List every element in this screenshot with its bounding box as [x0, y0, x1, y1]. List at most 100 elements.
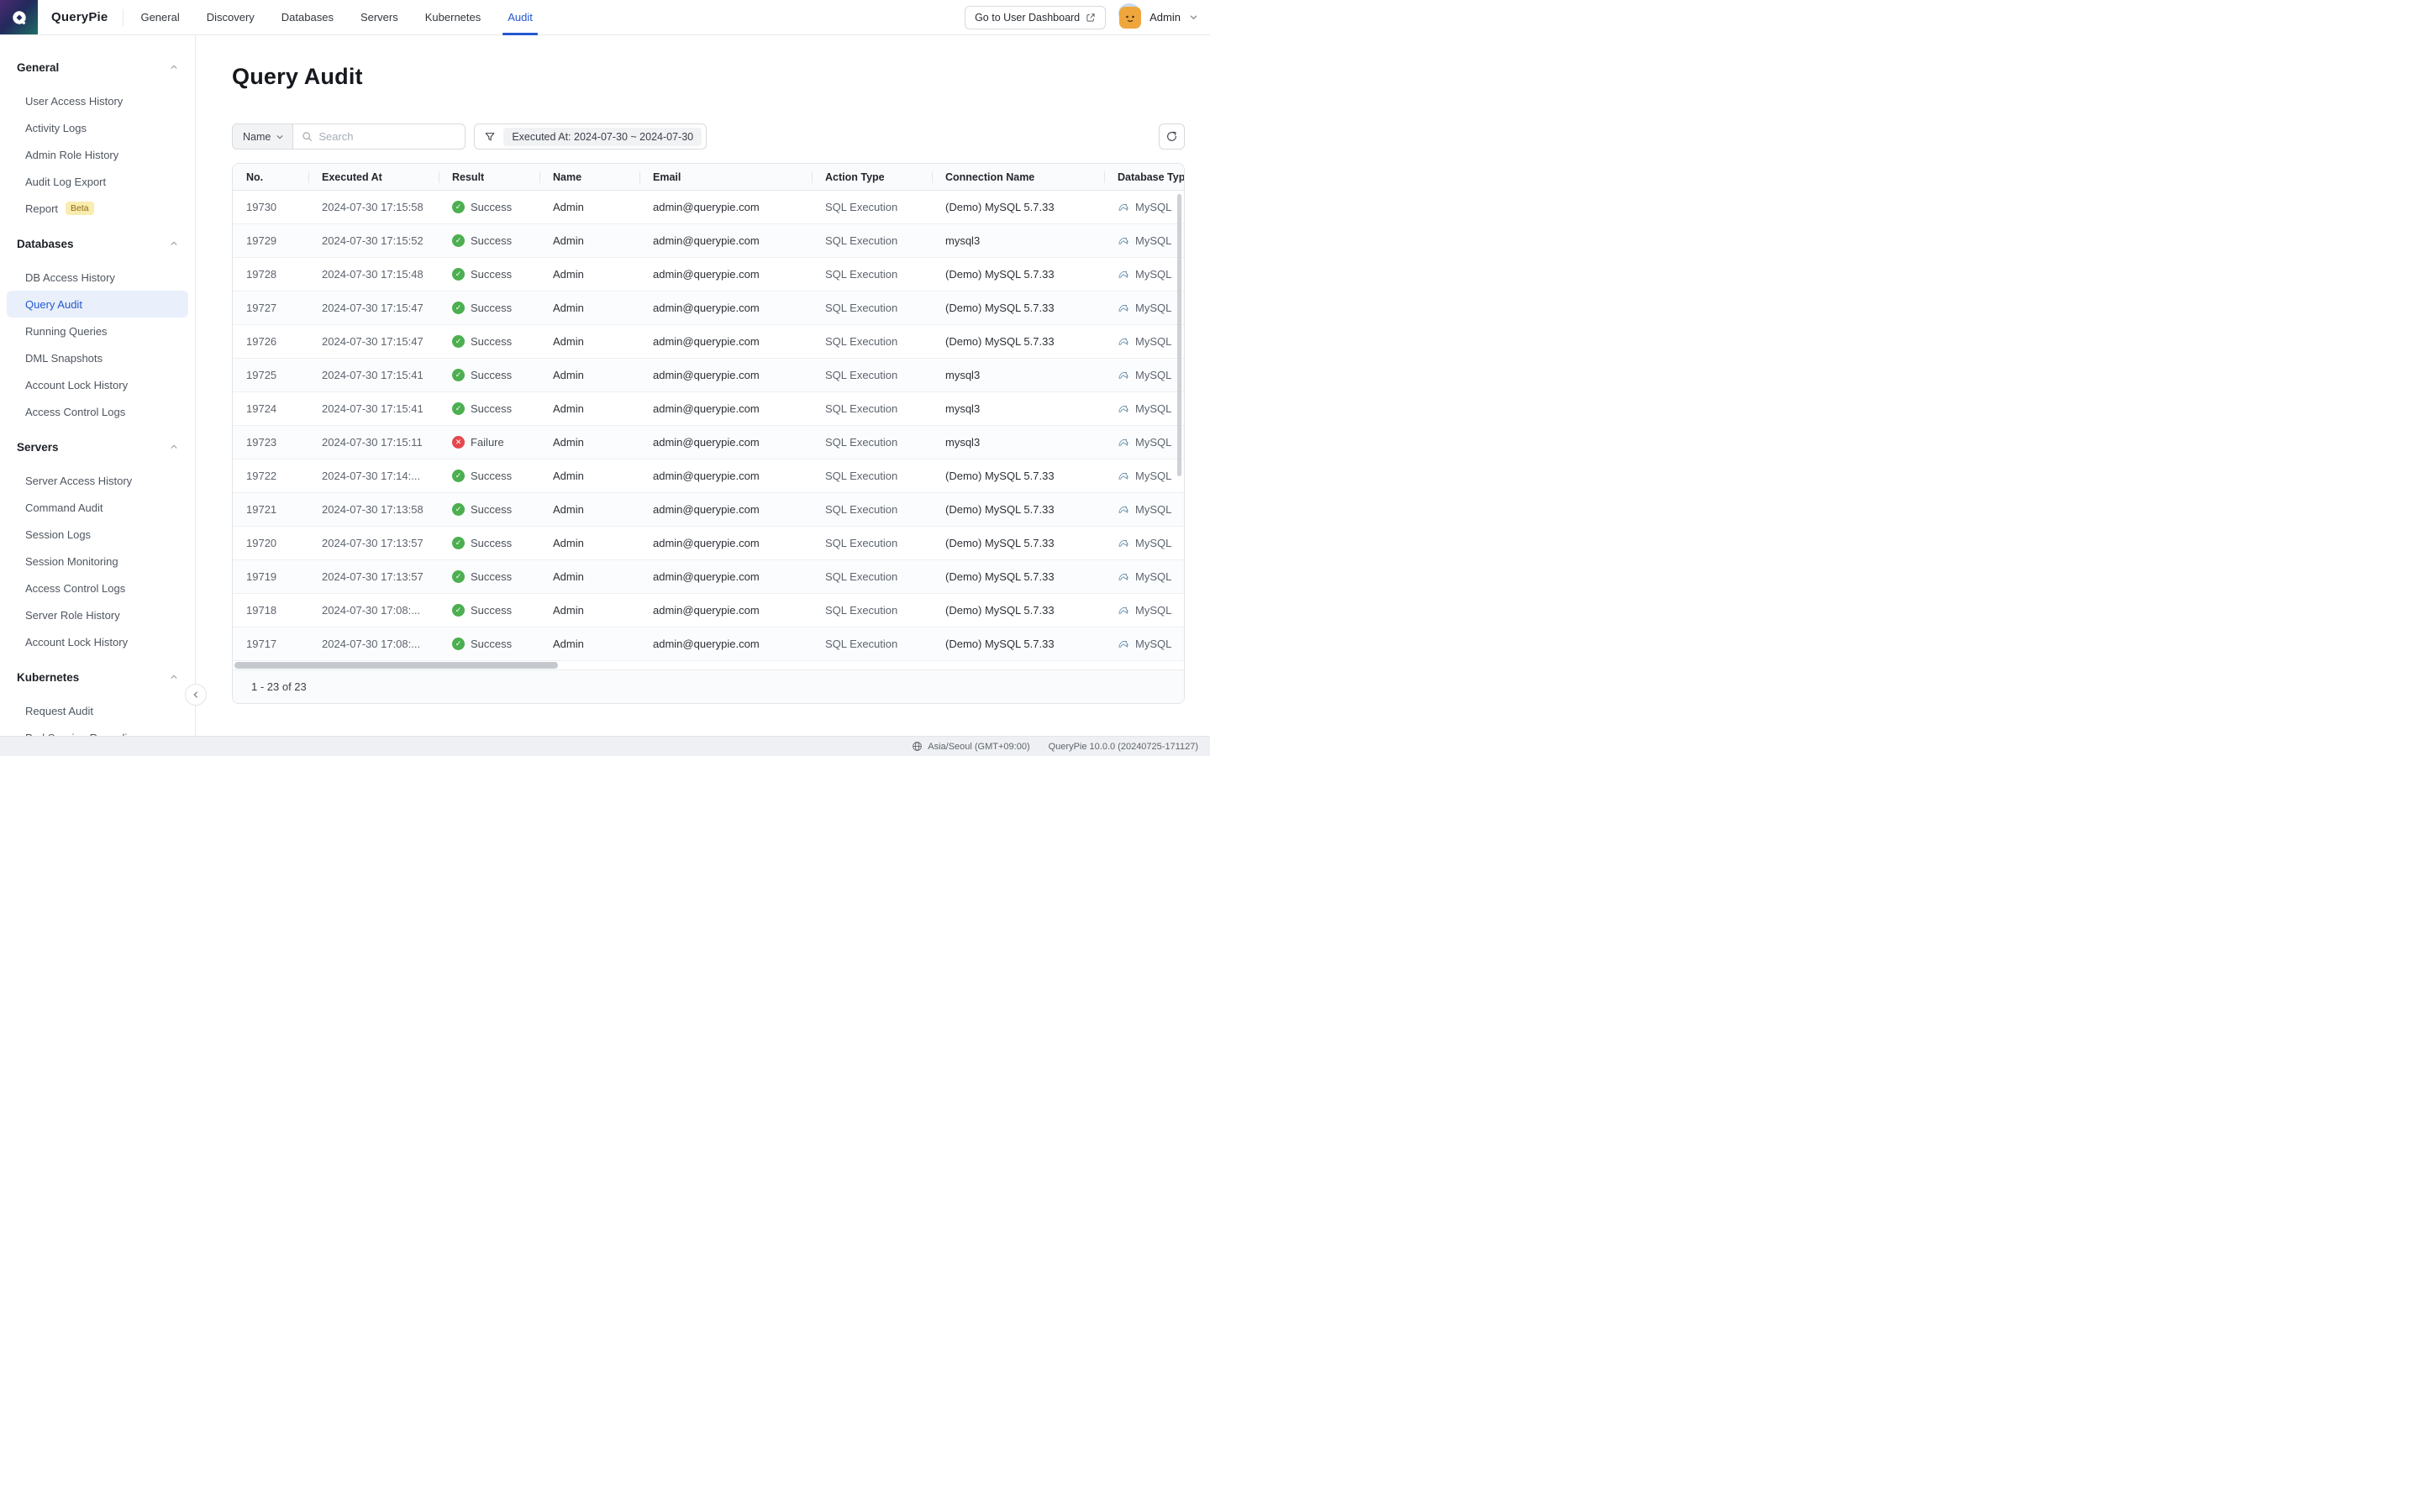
nav-tab-audit[interactable]: Audit	[494, 0, 546, 34]
executed-at-filter-chip: Executed At: 2024-07-30 ~ 2024-07-30	[503, 128, 702, 146]
chevron-up-icon	[170, 443, 178, 451]
cell-email: admin@querypie.com	[639, 604, 812, 617]
sidebar-item-pod-session-recordings[interactable]: Pod Session Recordings	[7, 724, 188, 736]
sidebar-collapse-button[interactable]	[185, 684, 207, 706]
sidebar-item-session-monitoring[interactable]: Session Monitoring	[7, 548, 188, 575]
sidebar-item-server-access-history[interactable]: Server Access History	[7, 467, 188, 494]
sidebar-item-running-queries[interactable]: Running Queries	[7, 318, 188, 344]
database-type-label: MySQL	[1135, 470, 1171, 482]
column-header-database-type[interactable]: Database Type	[1104, 164, 1185, 190]
cell-no: 19717	[233, 638, 308, 650]
search-input[interactable]	[318, 130, 456, 143]
vertical-scrollbar-thumb[interactable]	[1177, 194, 1181, 476]
nav-tab-general[interactable]: General	[127, 0, 192, 34]
success-icon: ✓	[452, 638, 465, 650]
cell-name: Admin	[539, 302, 639, 314]
sidebar-item-command-audit[interactable]: Command Audit	[7, 494, 188, 521]
search-field-selector[interactable]: Name	[233, 124, 293, 149]
cell-connection-name: mysql3	[932, 369, 1104, 381]
querypie-logo[interactable]	[0, 0, 38, 34]
mysql-dolphin-icon	[1118, 437, 1129, 449]
table-row[interactable]: 197182024-07-30 17:08:...✓SuccessAdminad…	[233, 594, 1185, 627]
sidebar-item-account-lock-history[interactable]: Account Lock History	[7, 628, 188, 655]
sidebar-item-session-logs[interactable]: Session Logs	[7, 521, 188, 548]
filter-toolbar: Name Executed At: 2024-07-30 ~ 2024-07-3…	[232, 123, 1185, 150]
table-row[interactable]: 197212024-07-30 17:13:58✓SuccessAdminadm…	[233, 493, 1185, 527]
cell-no: 19724	[233, 402, 308, 415]
executed-at-filter[interactable]: Executed At: 2024-07-30 ~ 2024-07-30	[474, 123, 707, 150]
cell-result: ✓Success	[439, 201, 539, 213]
cell-email: admin@querypie.com	[639, 402, 812, 415]
table-row[interactable]: 197232024-07-30 17:15:11✕FailureAdminadm…	[233, 426, 1185, 459]
sidebar-item-access-control-logs[interactable]: Access Control Logs	[7, 575, 188, 601]
table-row[interactable]: 197302024-07-30 17:15:58✓SuccessAdminadm…	[233, 191, 1185, 224]
table-row[interactable]: 197222024-07-30 17:14:...✓SuccessAdminad…	[233, 459, 1185, 493]
avatar[interactable]	[1119, 7, 1141, 29]
column-header-result[interactable]: Result	[439, 164, 539, 190]
nav-tab-discovery[interactable]: Discovery	[193, 0, 268, 34]
sidebar-section-header-databases[interactable]: Databases	[0, 234, 195, 254]
column-header-no[interactable]: No.	[233, 164, 308, 190]
cell-connection-name: (Demo) MySQL 5.7.33	[932, 470, 1104, 482]
brand-name: QueryPie	[51, 10, 108, 24]
cell-action-type: SQL Execution	[812, 537, 932, 549]
table-header-row: No.Executed AtResultNameEmailAction Type…	[233, 164, 1185, 191]
table-row[interactable]: 197242024-07-30 17:15:41✓SuccessAdminadm…	[233, 392, 1185, 426]
column-header-connection-name[interactable]: Connection Name	[932, 164, 1104, 190]
table-row[interactable]: 197292024-07-30 17:15:52✓SuccessAdminadm…	[233, 224, 1185, 258]
cell-executed-at: 2024-07-30 17:15:58	[308, 201, 439, 213]
sidebar-item-db-access-history[interactable]: DB Access History	[7, 264, 188, 291]
nav-tab-kubernetes[interactable]: Kubernetes	[412, 0, 495, 34]
sidebar-item-label: Admin Role History	[25, 149, 118, 161]
sidebar-section-header-kubernetes[interactable]: Kubernetes	[0, 667, 195, 687]
table-row[interactable]: 197252024-07-30 17:15:41✓SuccessAdminadm…	[233, 359, 1185, 392]
sidebar-section-header-general[interactable]: General	[0, 57, 195, 77]
table-row[interactable]: 197272024-07-30 17:15:47✓SuccessAdminadm…	[233, 291, 1185, 325]
column-header-name[interactable]: Name	[539, 164, 639, 190]
go-to-user-dashboard-button[interactable]: Go to User Dashboard	[965, 6, 1106, 29]
mysql-dolphin-icon	[1118, 504, 1129, 516]
table-row[interactable]: 197192024-07-30 17:13:57✓SuccessAdminadm…	[233, 560, 1185, 594]
cell-database-type: MySQL	[1104, 234, 1185, 247]
user-name[interactable]: Admin	[1150, 11, 1181, 24]
table-row[interactable]: 197262024-07-30 17:15:47✓SuccessAdminadm…	[233, 325, 1185, 359]
cell-connection-name: (Demo) MySQL 5.7.33	[932, 201, 1104, 213]
cell-result: ✕Failure	[439, 436, 539, 449]
nav-tab-databases[interactable]: Databases	[268, 0, 347, 34]
cell-connection-name: (Demo) MySQL 5.7.33	[932, 604, 1104, 617]
sidebar-item-account-lock-history[interactable]: Account Lock History	[7, 371, 188, 398]
sidebar-item-query-audit[interactable]: Query Audit	[7, 291, 188, 318]
sidebar-item-dml-snapshots[interactable]: DML Snapshots	[7, 344, 188, 371]
table-row[interactable]: 197172024-07-30 17:08:...✓SuccessAdminad…	[233, 627, 1185, 661]
sidebar-item-access-control-logs[interactable]: Access Control Logs	[7, 398, 188, 425]
sidebar-item-server-role-history[interactable]: Server Role History	[7, 601, 188, 628]
failure-icon: ✕	[452, 436, 465, 449]
sidebar-item-request-audit[interactable]: Request Audit	[7, 697, 188, 724]
horizontal-scrollbar-thumb[interactable]	[234, 662, 558, 669]
column-header-email[interactable]: Email	[639, 164, 812, 190]
table-row[interactable]: 197282024-07-30 17:15:48✓SuccessAdminadm…	[233, 258, 1185, 291]
sidebar-item-audit-log-export[interactable]: Audit Log Export	[7, 168, 188, 195]
column-header-action-type[interactable]: Action Type	[812, 164, 932, 190]
status-footer: Asia/Seoul (GMT+09:00) QueryPie 10.0.0 (…	[0, 736, 1210, 756]
column-header-executed-at[interactable]: Executed At	[308, 164, 439, 190]
nav-tab-servers[interactable]: Servers	[347, 0, 412, 34]
sidebar-section-title: Kubernetes	[17, 671, 79, 684]
chevron-down-icon[interactable]	[1189, 13, 1198, 22]
table-row[interactable]: 197202024-07-30 17:13:57✓SuccessAdminadm…	[233, 527, 1185, 560]
cell-name: Admin	[539, 470, 639, 482]
sidebar-item-user-access-history[interactable]: User Access History	[7, 87, 188, 114]
timezone-indicator[interactable]: Asia/Seoul (GMT+09:00)	[912, 741, 1029, 752]
timezone-label: Asia/Seoul (GMT+09:00)	[928, 742, 1029, 752]
sidebar-item-report[interactable]: ReportBeta	[7, 195, 188, 222]
refresh-button[interactable]	[1159, 123, 1185, 150]
sidebar-section-header-servers[interactable]: Servers	[0, 437, 195, 457]
cell-executed-at: 2024-07-30 17:15:11	[308, 436, 439, 449]
cell-no: 19723	[233, 436, 308, 449]
mysql-dolphin-icon	[1118, 336, 1129, 348]
mysql-dolphin-icon	[1118, 403, 1129, 415]
sidebar-item-activity-logs[interactable]: Activity Logs	[7, 114, 188, 141]
sidebar-item-label: Access Control Logs	[25, 582, 125, 595]
sidebar-item-admin-role-history[interactable]: Admin Role History	[7, 141, 188, 168]
cell-result: ✓Success	[439, 302, 539, 314]
